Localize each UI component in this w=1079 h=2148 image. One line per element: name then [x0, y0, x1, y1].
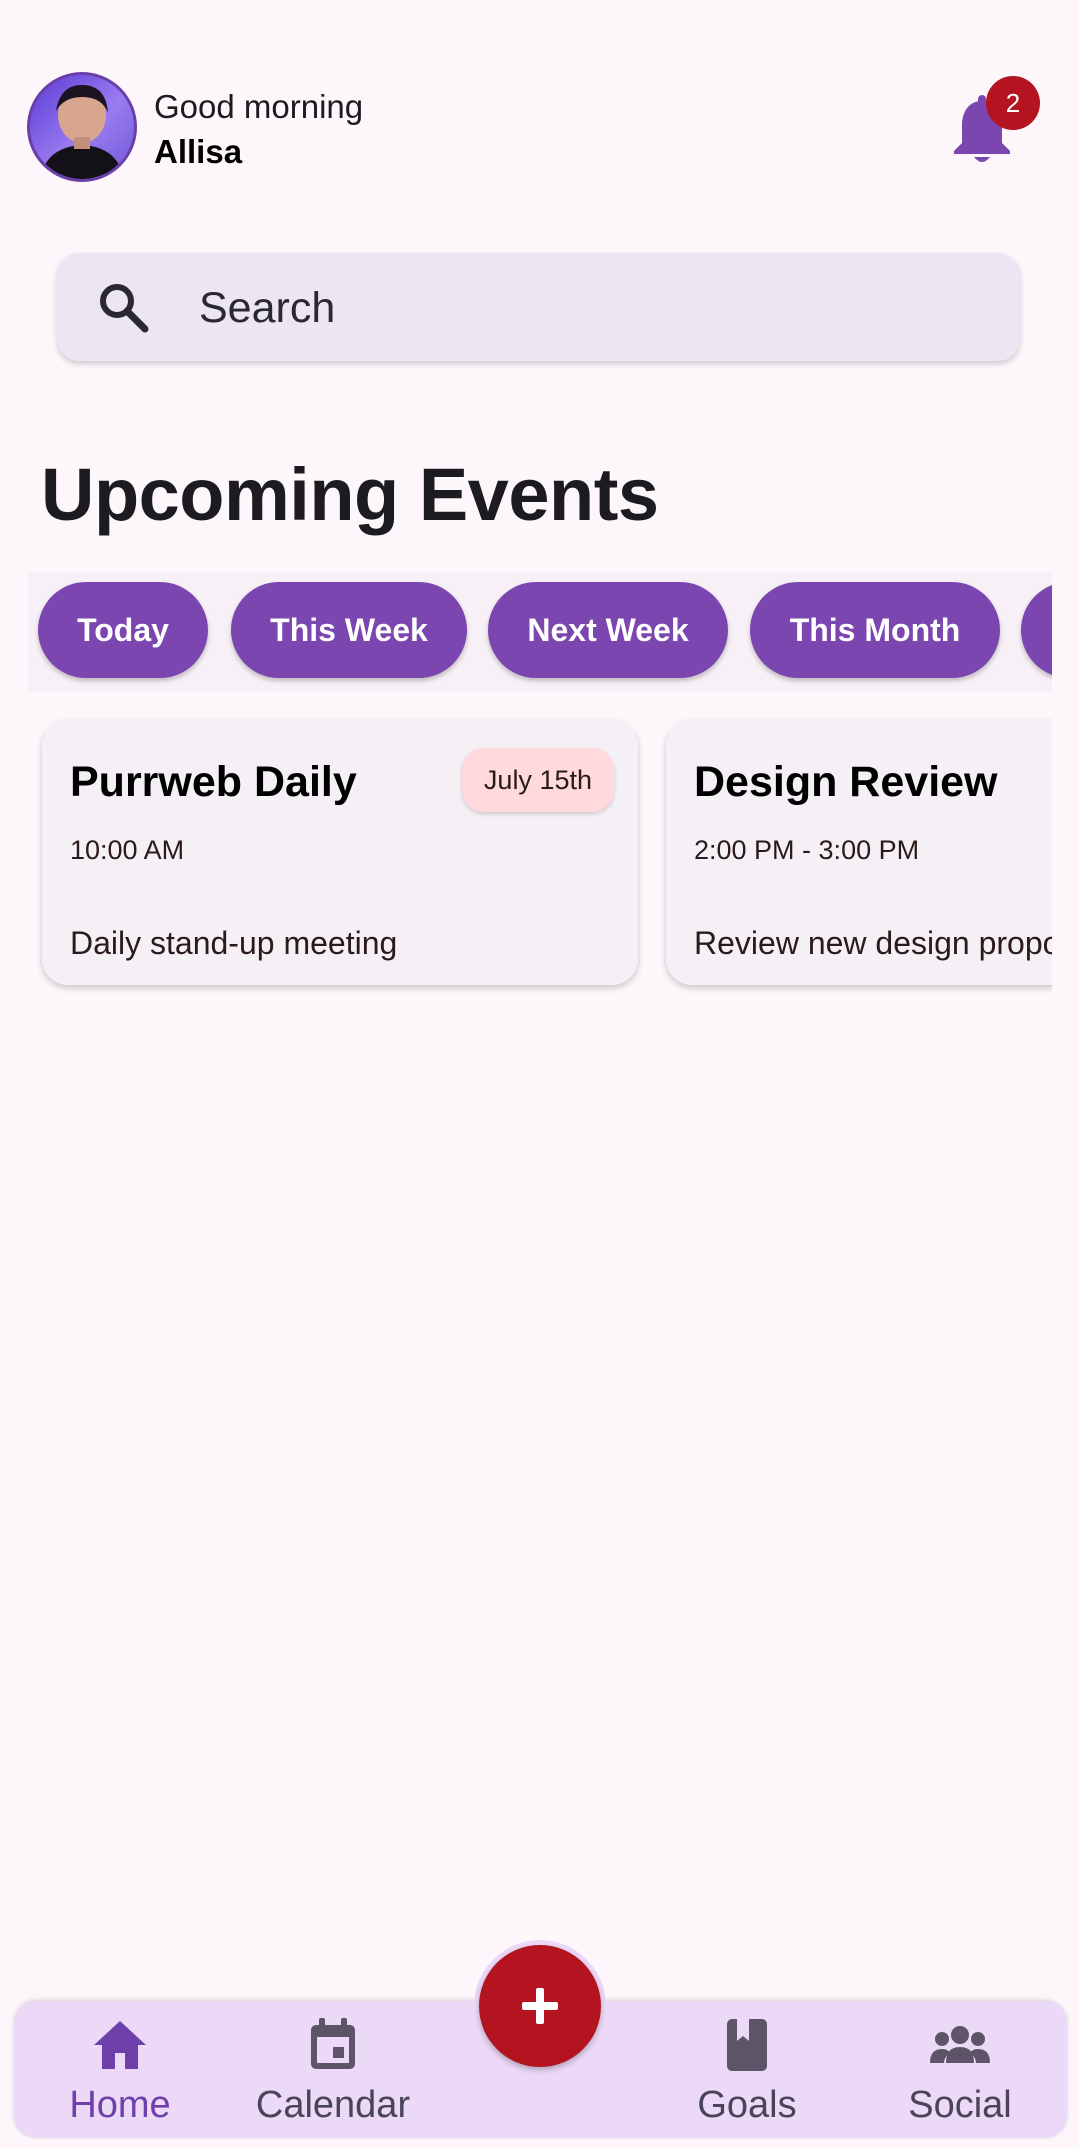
- filter-chip-this-week[interactable]: This Week: [231, 582, 467, 678]
- nav-item-calendar[interactable]: Calendar: [233, 2001, 433, 2138]
- avatar-portrait: [40, 85, 124, 179]
- group-icon: [930, 2026, 990, 2063]
- event-date-badge: July 15th: [461, 748, 614, 812]
- section-title: Upcoming Events: [41, 453, 659, 536]
- avatar[interactable]: [27, 72, 137, 182]
- search-icon: [100, 284, 149, 333]
- header: Good morning Allisa 2: [0, 0, 1079, 200]
- event-card[interactable]: Purrweb Daily July 15th 10:00 AM Daily s…: [42, 720, 638, 985]
- filter-chip-this-month[interactable]: This Month: [750, 582, 1000, 678]
- search-input[interactable]: [197, 277, 981, 339]
- filter-chip-today[interactable]: Today: [38, 582, 208, 678]
- book-icon: [727, 2019, 767, 2071]
- event-description: Review new design proposals: [694, 925, 1052, 961]
- calendar-icon: [311, 2018, 355, 2069]
- home-icon: [94, 2021, 146, 2069]
- add-event-button-circle[interactable]: [479, 1945, 601, 2067]
- nav-item-home[interactable]: Home: [20, 2001, 220, 2138]
- event-time: 2:00 PM - 3:00 PM: [694, 835, 920, 865]
- event-title: Purrweb Daily: [70, 758, 357, 806]
- nav-label-social: Social: [908, 2084, 1012, 2126]
- user-name: Allisa: [154, 133, 243, 170]
- nav-item-social[interactable]: Social: [860, 2001, 1060, 2138]
- plus-icon: [522, 1988, 558, 2024]
- nav-item-goals[interactable]: Goals: [647, 2001, 847, 2138]
- nav-label-calendar: Calendar: [255, 2084, 411, 2126]
- filter-chip-more[interactable]: [1021, 582, 1052, 678]
- notification-badge: 2: [986, 76, 1040, 130]
- event-card[interactable]: Design Review 2:00 PM - 3:00 PM Review n…: [666, 720, 1052, 985]
- nav-label-goals: Goals: [697, 2084, 797, 2126]
- event-card-list[interactable]: Purrweb Daily July 15th 10:00 AM Daily s…: [28, 712, 1052, 1012]
- greeting-text: Good morning: [154, 88, 364, 125]
- add-event-button[interactable]: [474, 1940, 606, 2072]
- event-title: Design Review: [694, 758, 998, 806]
- nav-label-home: Home: [69, 2084, 171, 2126]
- filter-chip-next-week[interactable]: Next Week: [488, 582, 728, 678]
- event-time: 10:00 AM: [70, 835, 185, 865]
- event-description: Daily stand-up meeting: [70, 925, 398, 961]
- filter-chip-row[interactable]: Today This Week Next Week This Month: [28, 572, 1052, 692]
- search-bar[interactable]: [57, 253, 1020, 361]
